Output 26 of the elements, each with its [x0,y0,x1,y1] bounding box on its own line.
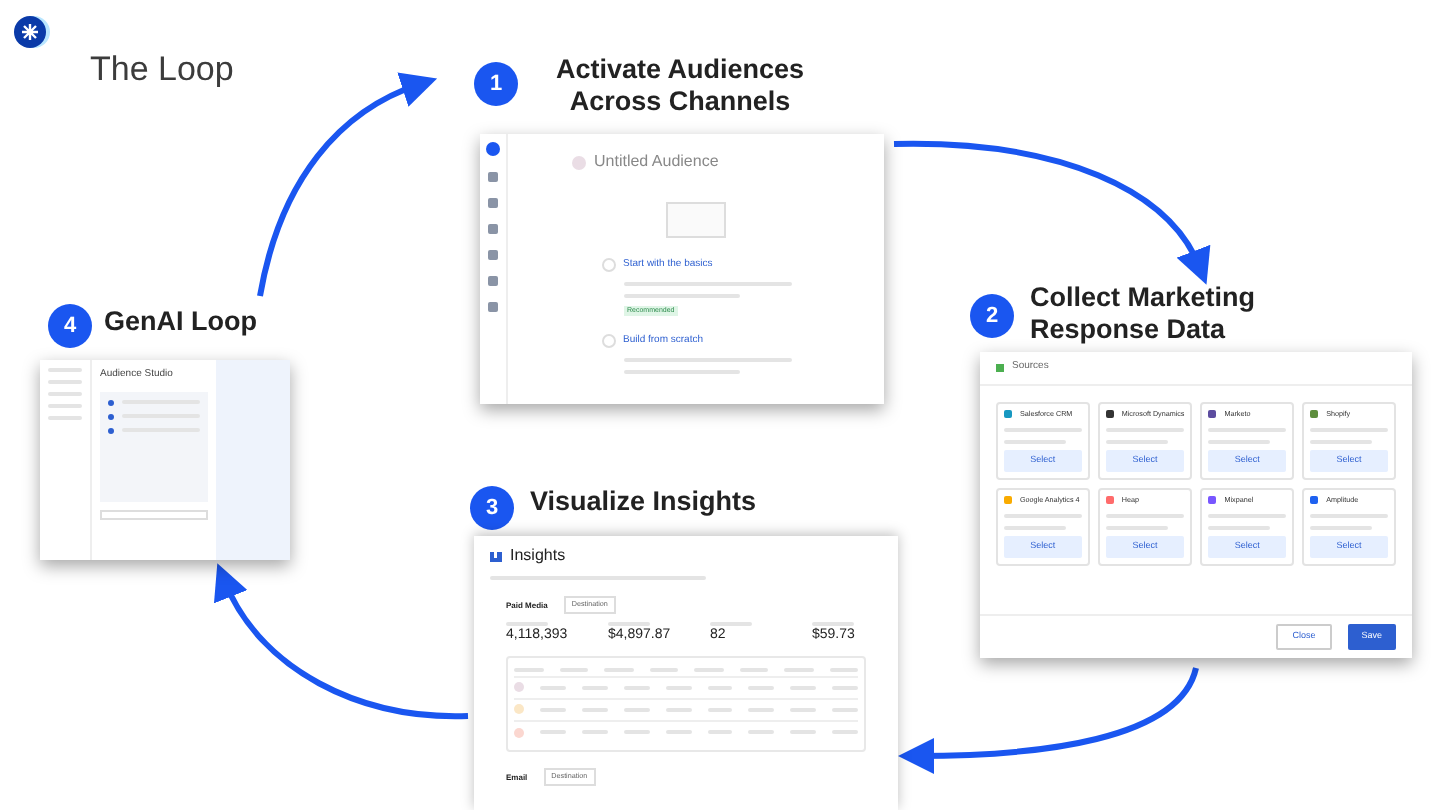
insights-title: Insights [510,544,566,568]
step-title: Activate Audiences Across Channels [553,54,807,119]
prompt-field [100,509,208,519]
avatar-icon [572,155,586,169]
option-icon [601,334,615,348]
step-number-badge: 3 [470,486,514,530]
nav-icon [488,276,498,286]
step-title: GenAI Loop [104,306,259,339]
step-number-badge: 2 [970,294,1014,338]
app-logo-icon [486,142,500,156]
nav-icon [488,250,498,260]
nav-icon [488,198,498,208]
step-title: Collect Marketing Response Data [1030,282,1258,347]
nav-icon [488,302,498,312]
check-icon [996,363,1004,372]
nav-icon [488,172,498,182]
step-number-badge: 1 [474,62,518,106]
audience-title: Untitled Audience [594,150,719,174]
nav-icon [488,224,498,234]
document-illustration [666,202,726,238]
step-number-badge: 4 [48,304,92,348]
slide-title: The Loop [90,48,234,92]
chat-panel [100,391,208,501]
logo-icon [14,14,50,50]
step-title: Visualize Insights [530,486,759,519]
option-icon [601,258,615,272]
